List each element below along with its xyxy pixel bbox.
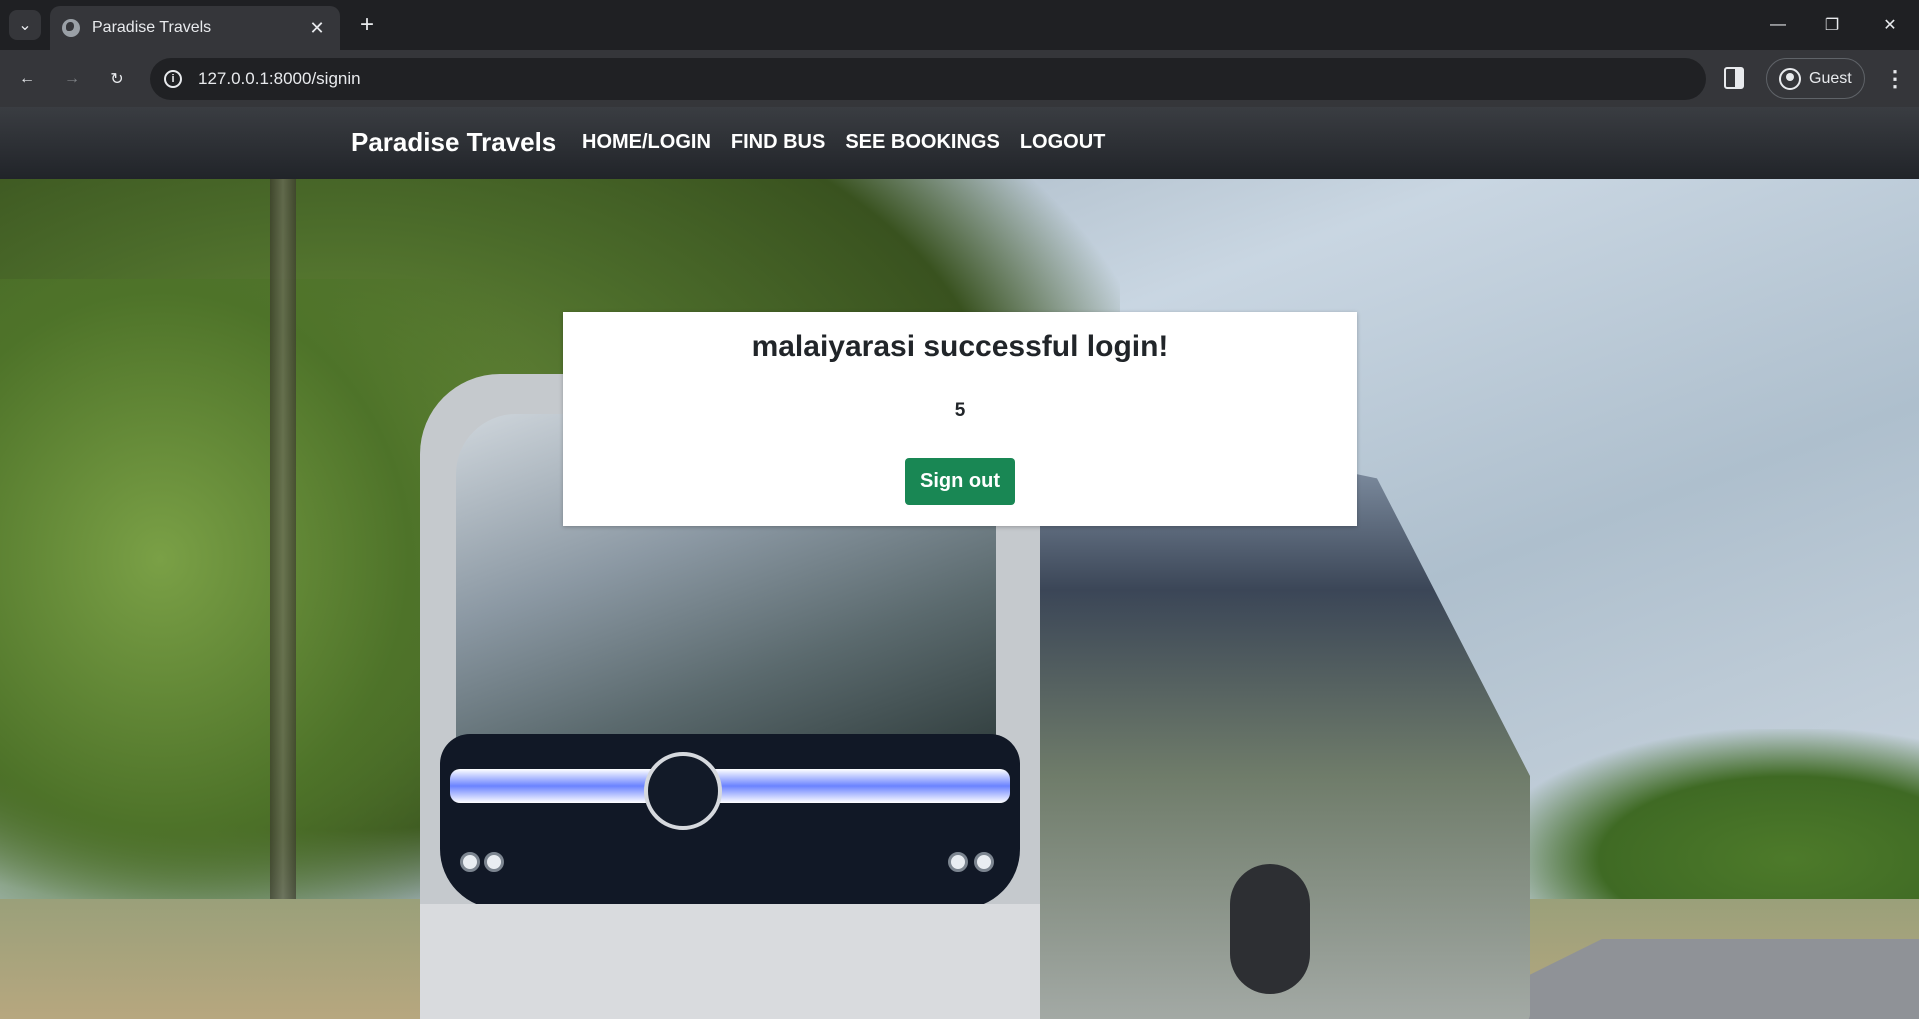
user-id-value: 5 <box>954 400 966 421</box>
reload-button[interactable]: ↻ <box>101 63 133 95</box>
nav-logout[interactable]: LOGOUT <box>1020 131 1106 154</box>
window-close-button[interactable]: ✕ <box>1870 10 1910 40</box>
account-icon <box>1779 67 1801 90</box>
nav-find-bus[interactable]: FIND BUS <box>731 131 825 154</box>
browser-tab-bar: ⌄ Paradise Travels ✕ + — ❐ ✕ <box>0 0 1919 50</box>
browser-tab[interactable]: Paradise Travels ✕ <box>50 6 340 50</box>
tab-search-button[interactable]: ⌄ <box>9 10 41 40</box>
url-text[interactable]: 127.0.0.1:8000/signin <box>198 69 361 89</box>
more-menu-icon[interactable]: ⋮ <box>1884 66 1906 92</box>
tab-title: Paradise Travels <box>92 19 212 36</box>
profile-button[interactable]: Guest <box>1766 58 1865 99</box>
address-bar[interactable]: i 127.0.0.1:8000/signin <box>150 58 1706 100</box>
reload-icon: ↻ <box>110 71 124 88</box>
minimize-button[interactable]: — <box>1758 10 1798 40</box>
site-brand[interactable]: Paradise Travels <box>351 127 556 158</box>
restore-button[interactable]: ❐ <box>1812 10 1852 40</box>
page-viewport: Paradise Travels HOME/LOGIN FIND BUS SEE… <box>0 107 1919 1019</box>
chevron-down-icon: ⌄ <box>18 17 32 34</box>
forward-button[interactable]: → <box>56 63 88 95</box>
new-tab-button[interactable]: + <box>352 10 382 40</box>
browser-toolbar: ← → ↻ i 127.0.0.1:8000/signin Guest ⋮ <box>0 50 1919 107</box>
side-panel-icon[interactable] <box>1724 67 1744 89</box>
arrow-left-icon: ← <box>19 70 35 87</box>
sign-out-button[interactable]: Sign out <box>905 458 1015 505</box>
site-navbar: Paradise Travels HOME/LOGIN FIND BUS SEE… <box>0 107 1919 179</box>
hero-background-image: malaiyarasi successful login! 5 Sign out <box>0 179 1919 1019</box>
profile-label: Guest <box>1809 69 1852 87</box>
nav-links: HOME/LOGIN FIND BUS SEE BOOKINGS LOGOUT <box>582 131 1105 154</box>
login-success-card: malaiyarasi successful login! 5 Sign out <box>563 312 1357 526</box>
close-icon[interactable]: ✕ <box>306 18 328 39</box>
back-button[interactable]: ← <box>11 63 43 95</box>
arrow-right-icon: → <box>64 70 80 87</box>
globe-icon <box>62 19 80 37</box>
nav-see-bookings[interactable]: SEE BOOKINGS <box>845 131 999 154</box>
nav-home-login[interactable]: HOME/LOGIN <box>582 131 711 154</box>
info-icon[interactable]: i <box>164 70 182 88</box>
success-heading: malaiyarasi successful login! <box>751 330 1169 363</box>
mercedes-star-icon <box>644 752 722 830</box>
